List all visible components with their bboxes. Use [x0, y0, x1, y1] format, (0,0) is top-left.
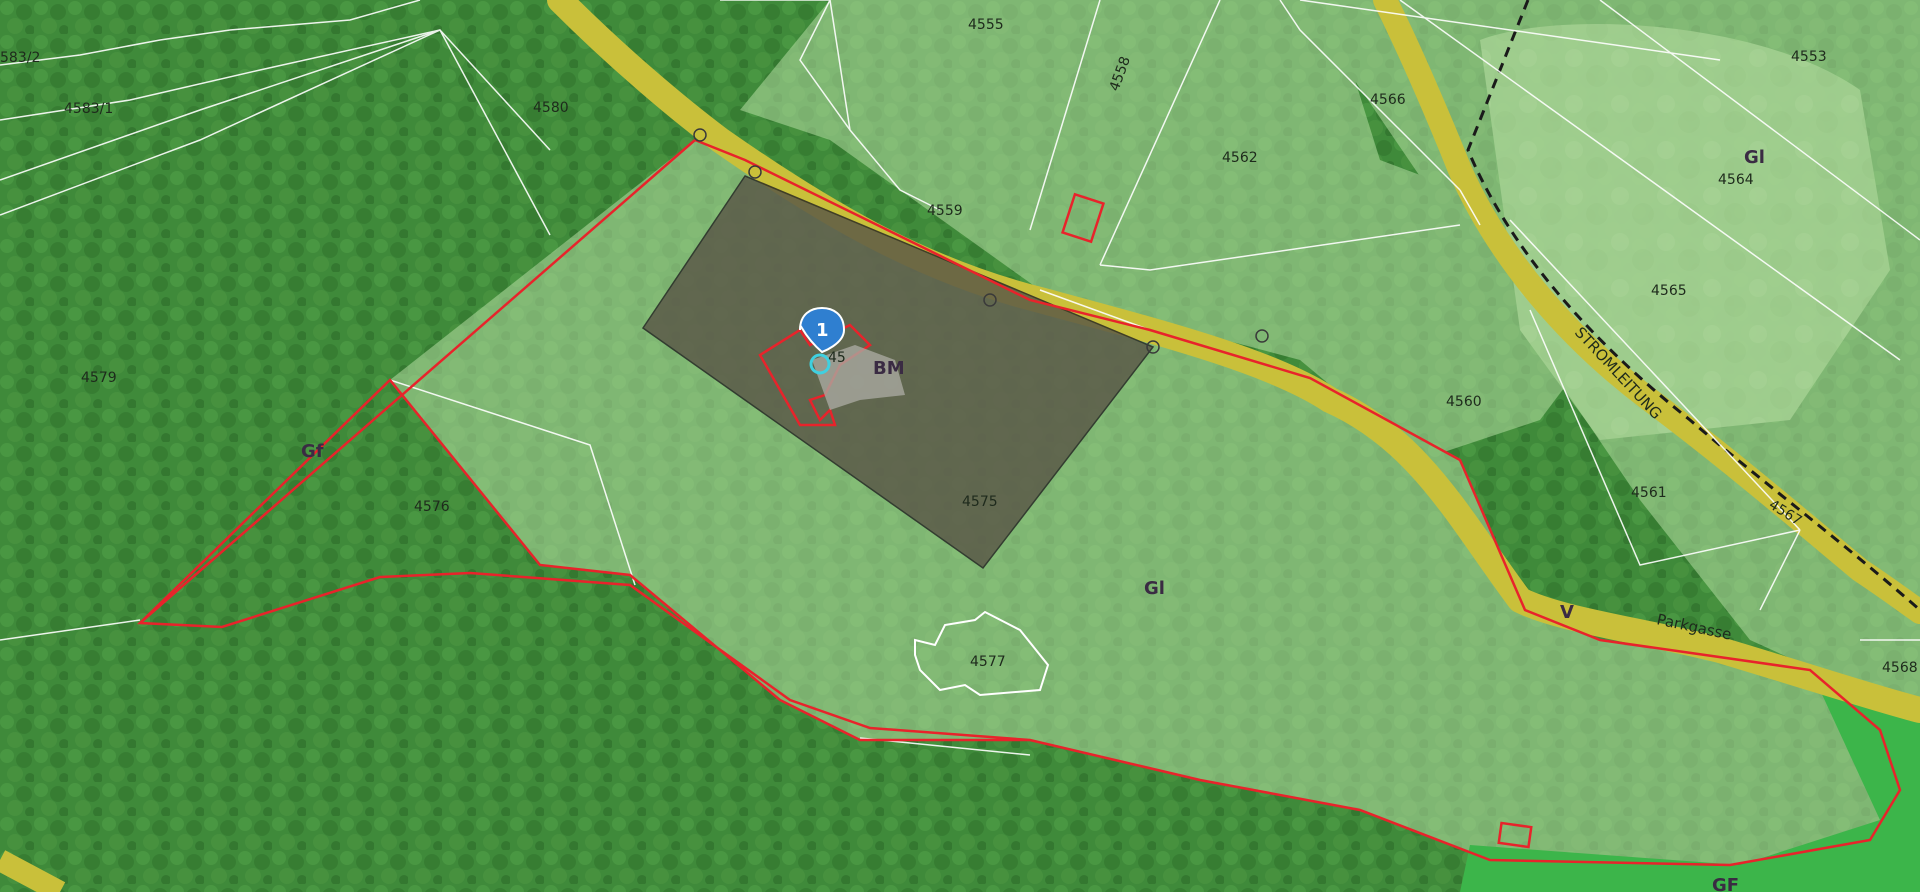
parcel-label-4553: 4553 — [1791, 49, 1827, 65]
parcel-label-583-2: 583/2 — [0, 50, 40, 66]
parcel-label-4559: 4559 — [927, 203, 963, 219]
parcel-label-4561: 4561 — [1631, 485, 1667, 501]
parcel-label-4568: 4568 — [1882, 660, 1918, 676]
parcel-label-4580: 4580 — [533, 100, 569, 116]
zone-label-gl-center: Gl — [1144, 578, 1165, 599]
parcel-label-4555: 4555 — [968, 17, 1004, 33]
location-pin-number: 1 — [816, 320, 829, 341]
parcel-label-4583-1: 4583/1 — [64, 101, 113, 117]
zone-label-gf-bottom-right: GF — [1712, 875, 1739, 892]
zone-label-v: V — [1560, 602, 1574, 623]
parcel-label-4565: 4565 — [1651, 283, 1687, 299]
parcel-label-4579: 4579 — [81, 370, 117, 386]
parcel-label-4576: 4576 — [414, 499, 450, 515]
building-number-label: 45 — [828, 350, 846, 366]
parcel-label-4560: 4560 — [1446, 394, 1482, 410]
parcel-label-4566: 4566 — [1370, 92, 1406, 108]
parcel-label-4577: 4577 — [970, 654, 1006, 670]
zone-label-gl-top-right: Gl — [1744, 147, 1765, 168]
parcel-label-4575: 4575 — [962, 494, 998, 510]
zone-label-bm: BM — [873, 358, 905, 379]
parcel-label-4562: 4562 — [1222, 150, 1258, 166]
map-canvas[interactable]: 583/2 4583/1 4580 4555 4558 4566 4553 45… — [0, 0, 1920, 892]
zone-label-gf-left: Gf — [301, 441, 324, 462]
cadastral-map[interactable]: 583/2 4583/1 4580 4555 4558 4566 4553 45… — [0, 0, 1920, 892]
parcel-label-4564: 4564 — [1718, 172, 1754, 188]
